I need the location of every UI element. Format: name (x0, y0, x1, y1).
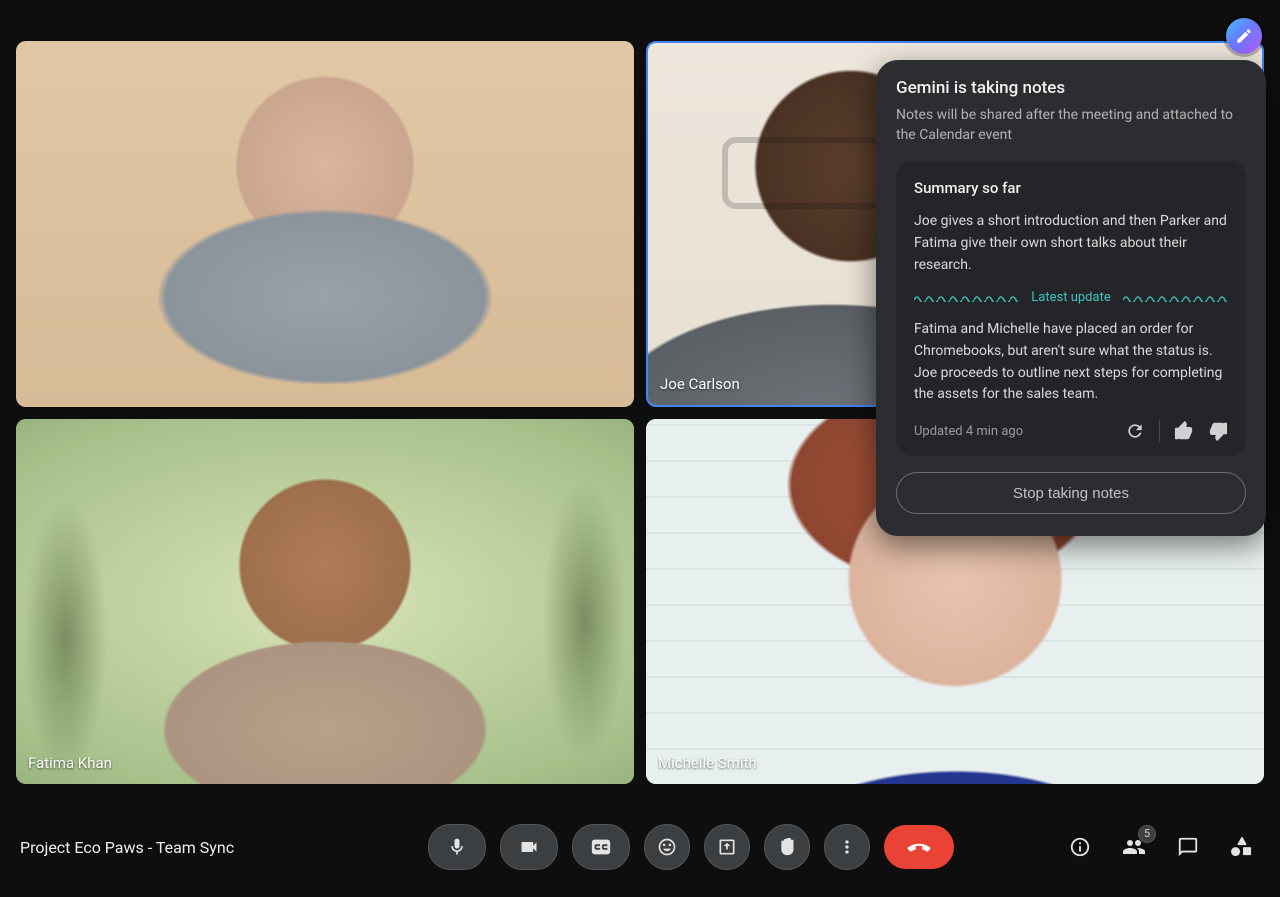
gemini-button[interactable] (1226, 18, 1262, 54)
right-controls: 5 (1062, 829, 1260, 865)
emoji-icon (657, 837, 677, 857)
hangup-icon (906, 834, 932, 860)
meeting-title: Project Eco Paws - Team Sync (20, 838, 320, 857)
wave-left-icon (914, 294, 1019, 302)
raise-hand-button[interactable] (764, 824, 810, 870)
separator (1159, 420, 1160, 442)
update-body: Fatima and Michelle have placed an order… (914, 319, 1228, 406)
shapes-icon (1231, 836, 1253, 858)
wave-right-icon (1123, 294, 1228, 302)
gemini-panel: Gemini is taking notes Notes will be sha… (876, 60, 1266, 536)
gemini-panel-subtitle: Notes will be shared after the meeting a… (896, 106, 1246, 145)
pencil-sparkle-icon (1235, 27, 1253, 45)
summary-body: Joe gives a short introduction and then … (914, 211, 1228, 276)
summary-heading: Summary so far (914, 179, 1228, 197)
participant-tile[interactable]: Parker Lee (16, 41, 634, 407)
thumbs-up-icon (1174, 421, 1194, 441)
camera-icon (519, 837, 539, 857)
meeting-info-button[interactable] (1062, 829, 1098, 865)
chat-icon (1177, 836, 1199, 858)
refresh-button[interactable] (1125, 421, 1145, 441)
info-icon (1069, 836, 1091, 858)
chat-button[interactable] (1170, 829, 1206, 865)
people-button[interactable]: 5 (1116, 829, 1152, 865)
gemini-summary-card: Summary so far Joe gives a short introdu… (896, 161, 1246, 456)
gemini-panel-title: Gemini is taking notes (896, 78, 1246, 98)
participant-name: Joe Carlson (660, 375, 740, 393)
participant-video (16, 419, 634, 785)
present-button[interactable] (704, 824, 750, 870)
stop-notes-button[interactable]: Stop taking notes (896, 472, 1246, 514)
participant-count-badge: 5 (1138, 825, 1156, 843)
hand-icon (777, 837, 797, 857)
thumbs-up-button[interactable] (1174, 421, 1194, 441)
reactions-button[interactable] (644, 824, 690, 870)
captions-icon (590, 836, 612, 858)
participant-tile[interactable]: Fatima Khan (16, 419, 634, 785)
latest-update-divider: Latest update (914, 290, 1228, 305)
thumbs-down-button[interactable] (1208, 421, 1228, 441)
participant-video (16, 41, 634, 407)
present-icon (717, 837, 737, 857)
thumbs-down-icon (1208, 421, 1228, 441)
divider-label: Latest update (1031, 290, 1110, 305)
mic-icon (447, 837, 467, 857)
bottom-bar: Project Eco Paws - Team Sync (0, 797, 1280, 897)
participant-name: Michelle Smith (658, 754, 757, 772)
activities-button[interactable] (1224, 829, 1260, 865)
refresh-icon (1125, 421, 1145, 441)
updated-timestamp: Updated 4 min ago (914, 424, 1023, 439)
captions-button[interactable] (572, 824, 630, 870)
leave-call-button[interactable] (884, 825, 954, 869)
mic-button[interactable] (428, 824, 486, 870)
camera-button[interactable] (500, 824, 558, 870)
more-vert-icon (837, 837, 857, 857)
participant-name: Fatima Khan (28, 754, 112, 772)
more-options-button[interactable] (824, 824, 870, 870)
call-controls (428, 824, 954, 870)
